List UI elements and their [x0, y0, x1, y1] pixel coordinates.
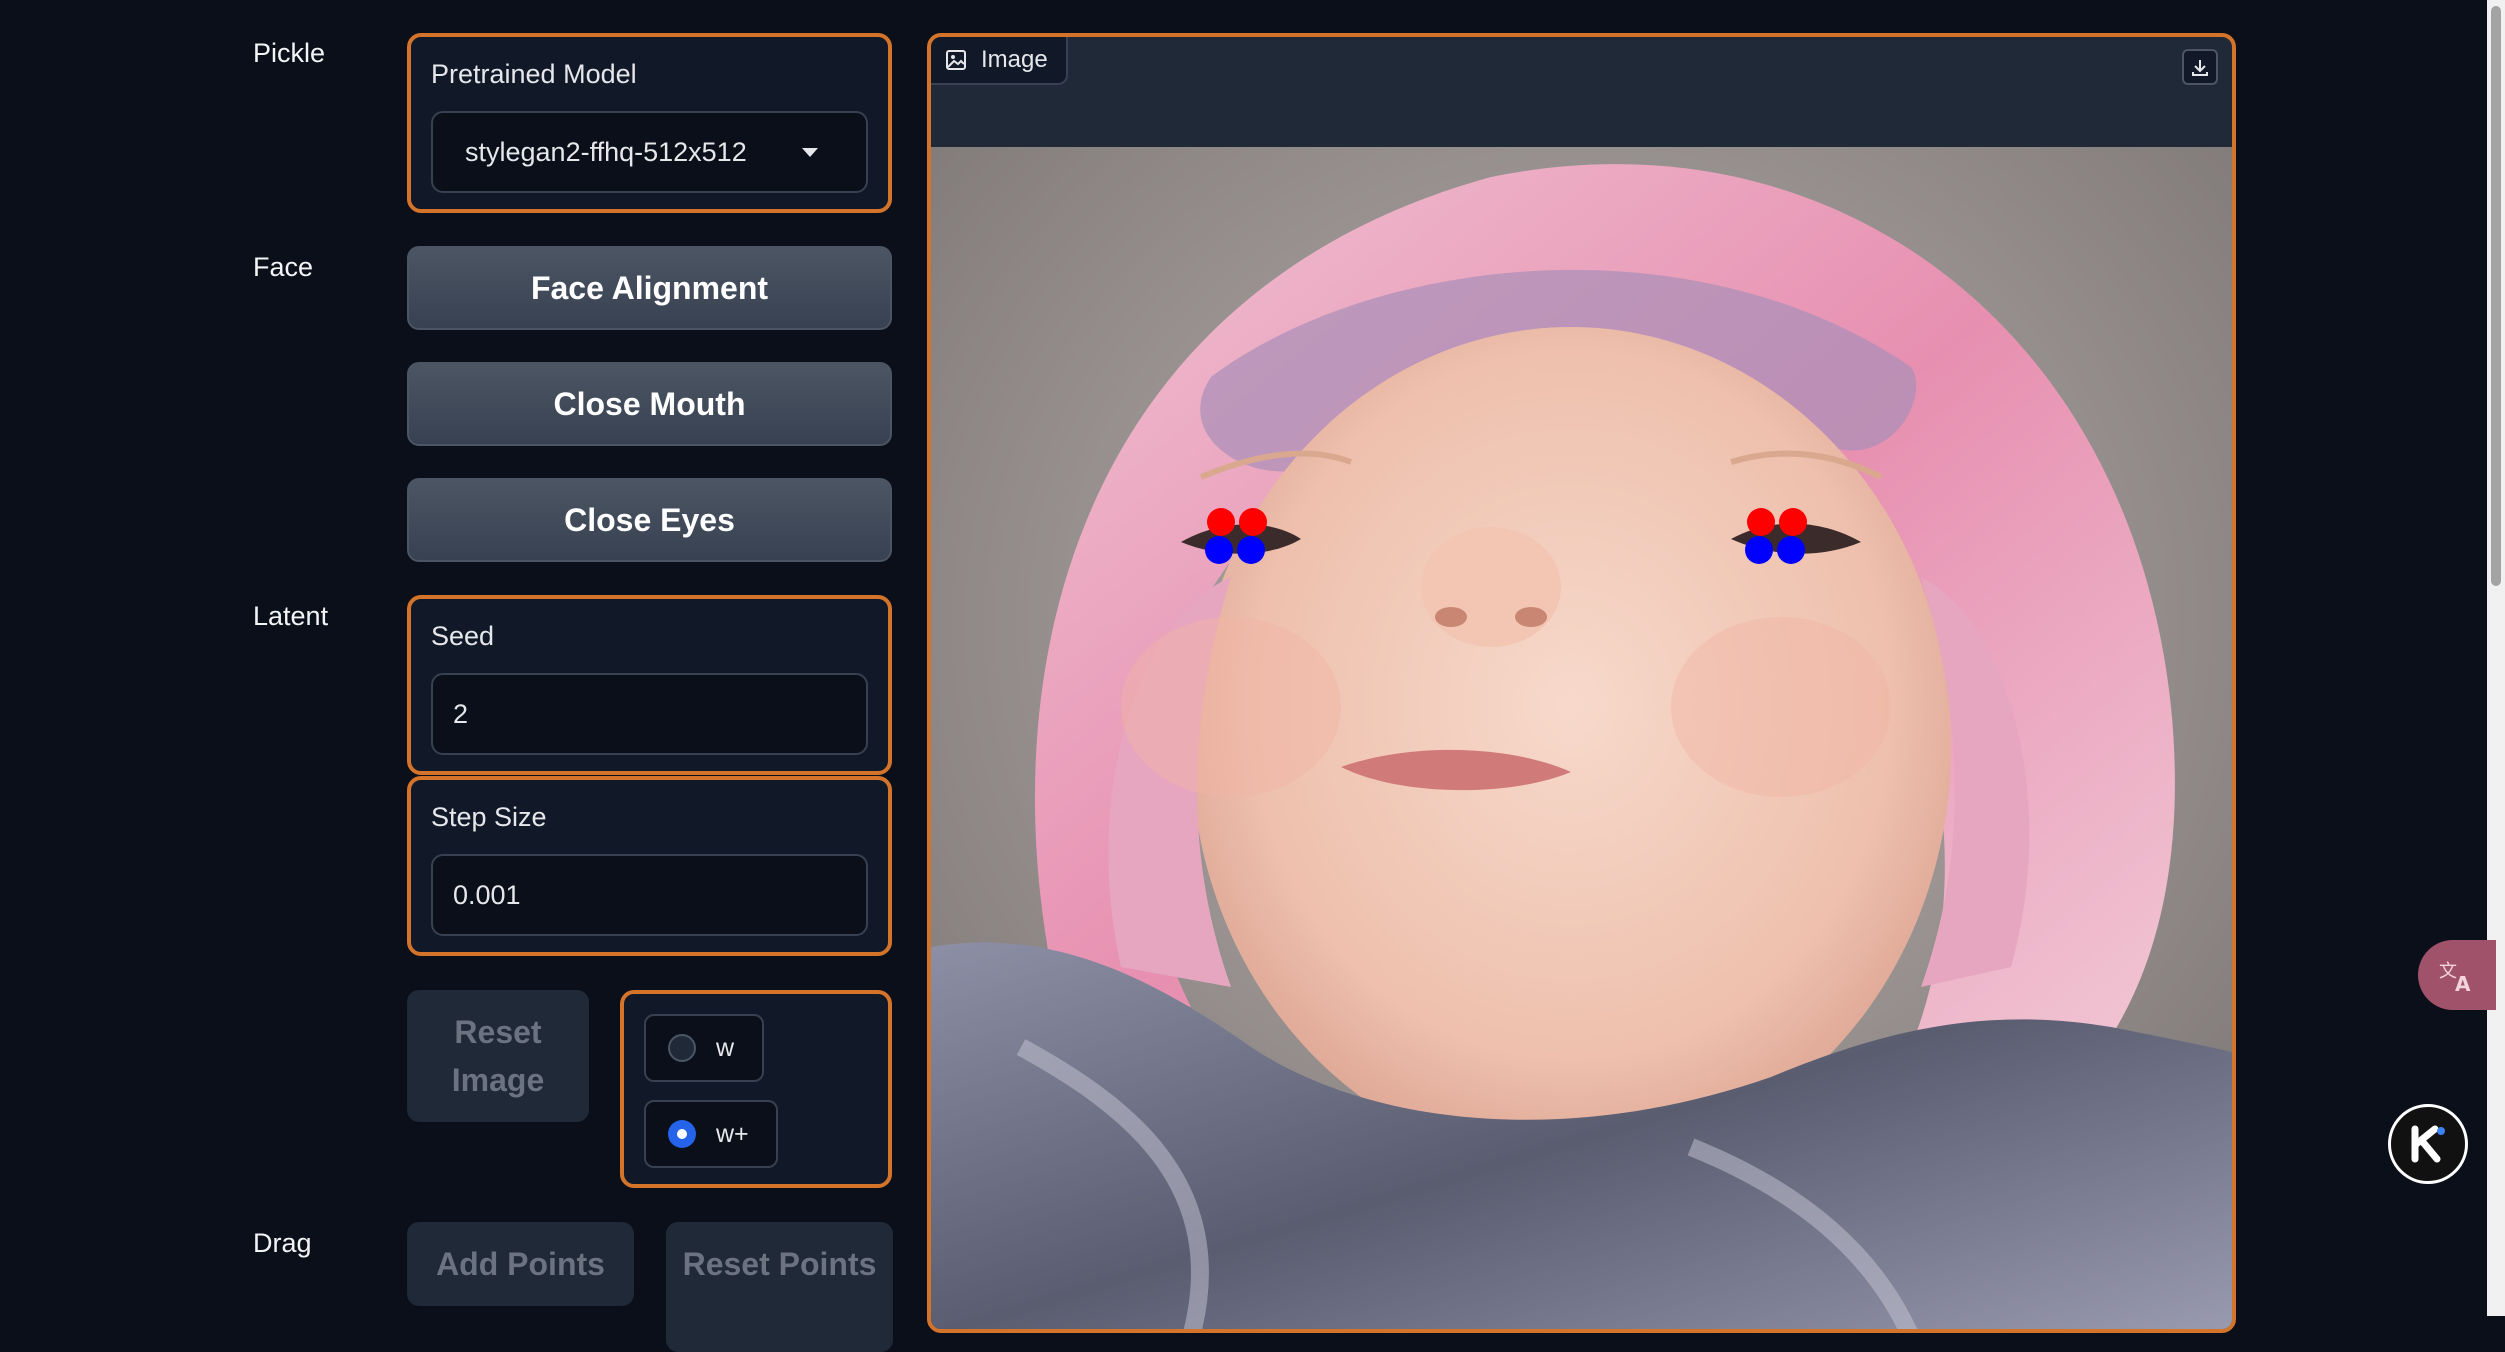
- close-mouth-button[interactable]: Close Mouth: [407, 362, 892, 446]
- scrollbar-thumb[interactable]: [2491, 6, 2501, 586]
- radio-label-w: w: [716, 1033, 735, 1062]
- page-scrollbar[interactable]: [2487, 0, 2505, 1316]
- seed-input[interactable]: 2: [431, 673, 868, 755]
- step-size-value: 0.001: [453, 879, 521, 910]
- seed-panel: Seed 2: [407, 595, 892, 775]
- dropdown-caret-icon: [802, 148, 818, 157]
- section-label-face: Face: [253, 252, 314, 282]
- face-alignment-button[interactable]: Face Alignment: [407, 246, 892, 330]
- step-size-input[interactable]: 0.001: [431, 854, 868, 936]
- translate-button[interactable]: 文 A: [2418, 940, 2496, 1010]
- image-icon: [945, 49, 967, 71]
- seed-label: Seed: [431, 621, 495, 651]
- pretrained-model-dropdown[interactable]: stylegan2-ffhq-512x512: [431, 111, 868, 193]
- section-label-latent: Latent: [253, 601, 329, 631]
- generated-face-image[interactable]: [931, 147, 2232, 1333]
- radio-button-w[interactable]: [668, 1034, 696, 1062]
- close-eyes-button[interactable]: Close Eyes: [407, 478, 892, 562]
- image-tab[interactable]: Image: [931, 37, 1068, 85]
- radio-label-wplus: w+: [716, 1119, 749, 1148]
- section-label-drag: Drag: [253, 1228, 312, 1258]
- pretrained-model-value: stylegan2-ffhq-512x512: [465, 136, 747, 167]
- k-logo-icon: [2411, 1125, 2445, 1163]
- download-icon: [2192, 60, 2208, 76]
- latent-space-radio-group: w w+: [620, 990, 892, 1188]
- image-tab-label: Image: [981, 46, 1048, 73]
- reset-points-button[interactable]: Reset Points: [666, 1222, 893, 1352]
- step-size-panel: Step Size 0.001: [407, 776, 892, 956]
- section-label-pickle: Pickle: [253, 38, 326, 68]
- k-assistant-button[interactable]: [2388, 1104, 2468, 1184]
- radio-option-w[interactable]: w: [644, 1014, 764, 1082]
- step-size-label: Step Size: [431, 802, 547, 832]
- reset-image-button[interactable]: Reset Image: [407, 990, 589, 1122]
- add-points-button[interactable]: Add Points: [407, 1222, 634, 1306]
- image-panel: Image: [927, 33, 2236, 1333]
- radio-button-wplus[interactable]: [668, 1120, 696, 1148]
- svg-text:A: A: [2455, 972, 2471, 995]
- pretrained-model-label: Pretrained Model: [431, 59, 637, 89]
- radio-option-wplus[interactable]: w+: [644, 1100, 778, 1168]
- seed-value: 2: [453, 698, 469, 729]
- translate-icon: 文 A: [2439, 961, 2471, 995]
- download-button[interactable]: [2182, 49, 2218, 85]
- pretrained-model-panel: Pretrained Model stylegan2-ffhq-512x512: [407, 33, 892, 213]
